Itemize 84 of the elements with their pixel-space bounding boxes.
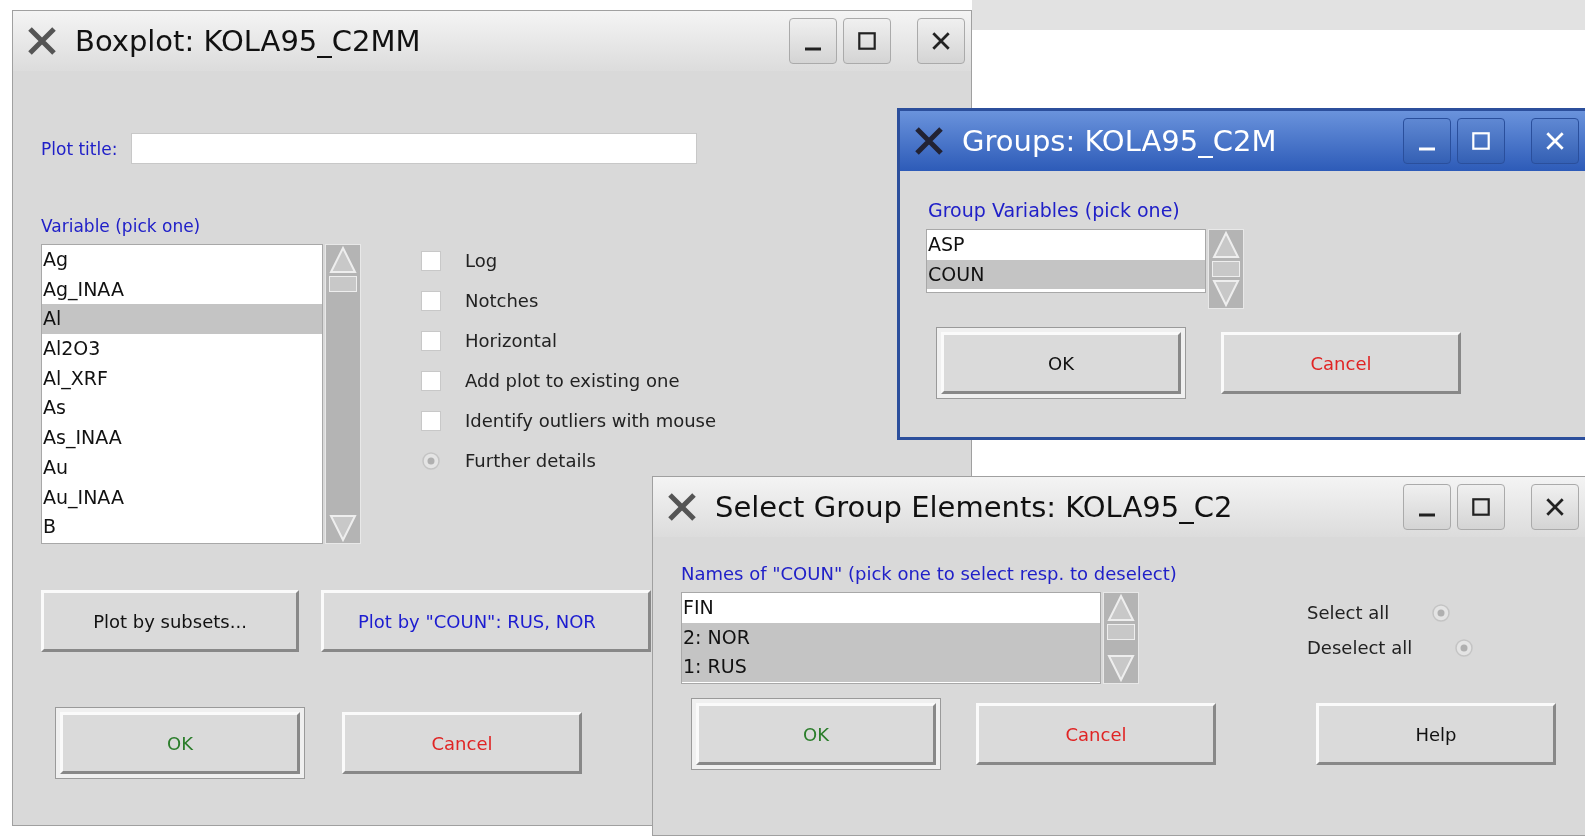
title-bar[interactable]: Groups: KOLA95_C2M bbox=[900, 111, 1585, 171]
list-item[interactable]: B bbox=[42, 512, 322, 542]
minimize-button[interactable] bbox=[1403, 118, 1451, 164]
option-label: Notches bbox=[465, 290, 539, 311]
plot-button[interactable]: Plot by subsets... bbox=[41, 590, 299, 652]
scroll-down-icon[interactable] bbox=[328, 513, 358, 543]
list-item[interactable]: Al2O3 bbox=[42, 334, 322, 364]
minimize-button[interactable] bbox=[789, 18, 837, 64]
list-item[interactable]: Au_INAA bbox=[42, 482, 322, 513]
list-item[interactable]: FIN bbox=[682, 593, 1100, 623]
option-label: Further details bbox=[465, 450, 596, 471]
option-label: Add plot to existing one bbox=[465, 370, 680, 391]
scrollbar[interactable] bbox=[1103, 592, 1139, 684]
x-logo-icon bbox=[914, 126, 944, 156]
list-box[interactable]: ASP COUN bbox=[926, 229, 1206, 293]
maximize-button[interactable] bbox=[1457, 484, 1505, 530]
checkbox[interactable] bbox=[421, 330, 441, 351]
scroll-thumb[interactable] bbox=[1212, 261, 1240, 277]
list-box[interactable]: FIN 2: NOR 1: RUS bbox=[681, 592, 1101, 684]
maximize-button[interactable] bbox=[1457, 118, 1505, 164]
list-item[interactable]: As_INAA bbox=[42, 423, 322, 453]
scroll-up-icon[interactable] bbox=[328, 245, 358, 275]
window-title: Groups: KOLA95_C2M bbox=[962, 124, 1278, 158]
checkbox[interactable] bbox=[421, 410, 441, 431]
input-field[interactable] bbox=[131, 133, 698, 164]
maximize-button[interactable] bbox=[843, 18, 891, 64]
checkbox[interactable] bbox=[421, 290, 441, 311]
scrollbar[interactable] bbox=[1208, 229, 1244, 309]
close-icon bbox=[930, 30, 952, 52]
dialog-button[interactable]: OK bbox=[696, 703, 936, 765]
dialog-button[interactable]: OK bbox=[941, 332, 1181, 394]
scroll-thumb[interactable] bbox=[1107, 624, 1135, 640]
title-bar[interactable]: Boxplot: KOLA95_C2MM bbox=[13, 11, 971, 71]
checkbox[interactable] bbox=[421, 370, 441, 391]
minimize-icon bbox=[804, 47, 822, 51]
close-button[interactable] bbox=[1531, 118, 1579, 164]
list-item[interactable]: ASP bbox=[927, 230, 1205, 260]
close-icon bbox=[1544, 130, 1566, 152]
list-item[interactable]: Al bbox=[42, 304, 322, 335]
list-item[interactable]: Al_XRF bbox=[42, 363, 322, 394]
radio-button[interactable] bbox=[1454, 637, 1475, 658]
close-icon bbox=[1544, 496, 1566, 518]
scroll-up-icon[interactable] bbox=[1211, 230, 1241, 260]
list-box[interactable]: Ag Ag_INAA Al Al2O3 Al_XRF As As_INAA Au Au_INAA B bbox=[41, 244, 323, 544]
scroll-down-icon[interactable] bbox=[1211, 278, 1241, 308]
title-bar[interactable]: Select Group Elements: KOLA95_C2 bbox=[653, 477, 1585, 537]
window-title: Select Group Elements: KOLA95_C2 bbox=[715, 490, 1234, 524]
list-item[interactable]: 2: NOR bbox=[682, 622, 1100, 653]
scroll-down-icon[interactable] bbox=[1106, 653, 1136, 683]
list-item[interactable]: COUN bbox=[927, 259, 1205, 290]
maximize-icon bbox=[1470, 496, 1492, 518]
list-item[interactable]: Ag_INAA bbox=[42, 274, 322, 305]
option-label: Identify outliers with mouse bbox=[465, 410, 717, 431]
minimize-icon bbox=[1418, 513, 1436, 517]
section-label: Group Variables (pick one) bbox=[928, 199, 1181, 221]
list-item[interactable]: Au bbox=[42, 452, 322, 483]
option-label: Log bbox=[465, 250, 498, 271]
option-label: Deselect all bbox=[1307, 637, 1413, 658]
checkbox[interactable] bbox=[421, 250, 441, 271]
radio-button[interactable] bbox=[1431, 602, 1452, 623]
x-logo-icon bbox=[667, 492, 697, 522]
dialog-button[interactable]: OK bbox=[60, 712, 300, 774]
list-item[interactable]: Ag bbox=[42, 245, 322, 275]
scroll-up-icon[interactable] bbox=[1106, 593, 1136, 623]
option-label: Horizontal bbox=[465, 330, 557, 351]
field-label: Plot title: bbox=[41, 138, 118, 159]
plot-button[interactable]: Plot by "COUN": RUS, NOR bbox=[321, 590, 651, 652]
window-title: Boxplot: KOLA95_C2MM bbox=[75, 24, 422, 58]
section-label: Variable (pick one) bbox=[41, 216, 202, 236]
radio-button[interactable] bbox=[421, 450, 441, 471]
close-button[interactable] bbox=[1531, 484, 1579, 530]
dialog-button[interactable]: Help bbox=[1316, 703, 1556, 765]
list-item[interactable]: 1: RUS bbox=[682, 652, 1100, 683]
minimize-button[interactable] bbox=[1403, 484, 1451, 530]
close-button[interactable] bbox=[917, 18, 965, 64]
minimize-icon bbox=[1418, 147, 1436, 151]
option-label: Select all bbox=[1307, 602, 1390, 623]
maximize-icon bbox=[1470, 130, 1492, 152]
scroll-thumb[interactable] bbox=[329, 276, 357, 292]
scrollbar[interactable] bbox=[325, 244, 361, 544]
maximize-icon bbox=[856, 30, 878, 52]
section-label: Names of "COUN" (pick one to select resp. to deselect) bbox=[681, 563, 1178, 584]
x-logo-icon bbox=[27, 26, 57, 56]
list-item[interactable]: As bbox=[42, 393, 322, 424]
